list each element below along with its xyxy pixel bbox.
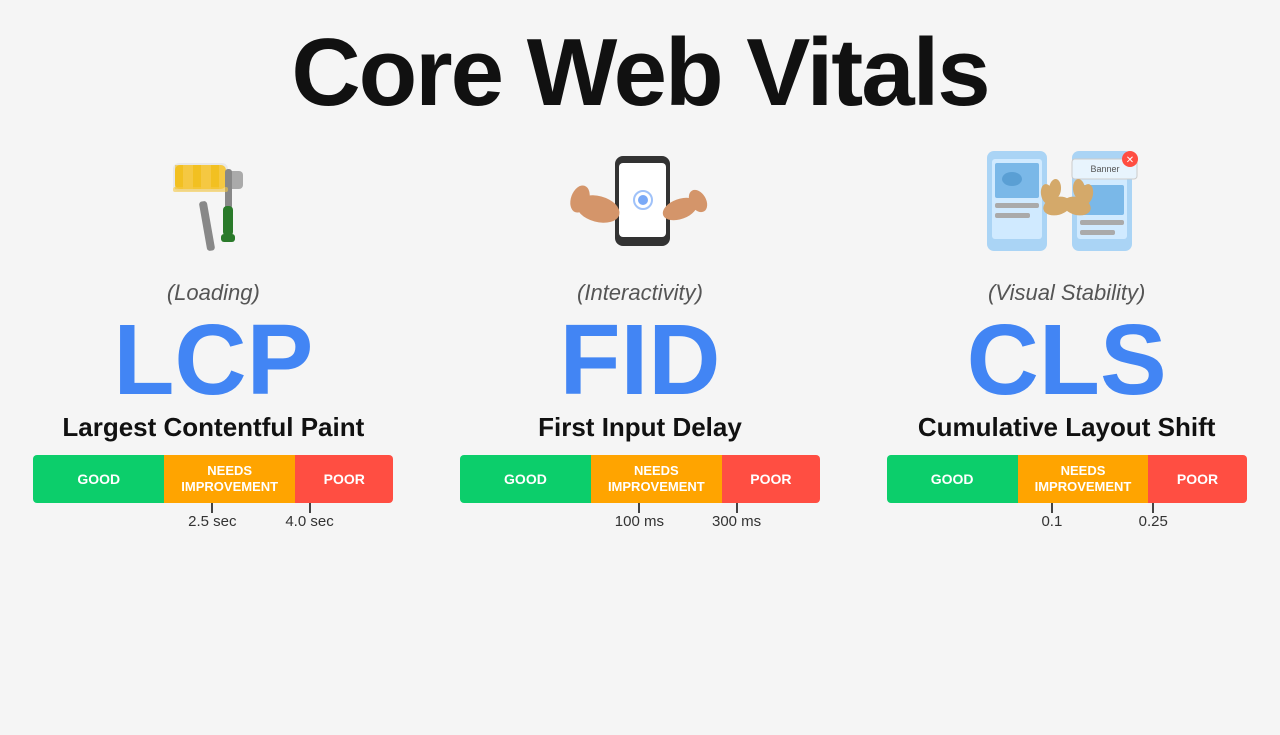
- lcp-bar: GOOD NEEDSIMPROVEMENT POOR: [33, 455, 393, 503]
- cls-name: Cumulative Layout Shift: [918, 412, 1216, 443]
- fid-caption: (Interactivity): [577, 280, 703, 306]
- metric-lcp: (Loading) LCP Largest Contentful Paint G…: [13, 136, 413, 735]
- fid-bar-good: GOOD: [460, 455, 591, 503]
- lcp-acronym: LCP: [113, 310, 313, 410]
- lcp-bar-section: GOOD NEEDSIMPROVEMENT POOR 2.5 sec 4.0 s…: [33, 455, 393, 538]
- fid-threshold2: 300 ms: [712, 513, 761, 530]
- cls-bar-needs: NEEDSIMPROVEMENT: [1018, 455, 1149, 503]
- lcp-bar-needs: NEEDSIMPROVEMENT: [164, 455, 295, 503]
- svg-text:Banner: Banner: [1090, 164, 1119, 174]
- cls-bar-section: GOOD NEEDSIMPROVEMENT POOR 0.1 0.25: [887, 455, 1247, 538]
- metric-cls: Banner ✕ (Visual Stability) CLS: [867, 136, 1267, 735]
- lcp-threshold2: 4.0 sec: [285, 513, 333, 530]
- fid-threshold1: 100 ms: [615, 513, 664, 530]
- lcp-threshold1: 2.5 sec: [188, 513, 236, 530]
- cls-bar-good: GOOD: [887, 455, 1018, 503]
- fid-name: First Input Delay: [538, 412, 742, 443]
- fid-bar-section: GOOD NEEDSIMPROVEMENT POOR 100 ms 300 ms: [460, 455, 820, 538]
- cls-bar-poor: POOR: [1148, 455, 1246, 503]
- lcp-name: Largest Contentful Paint: [62, 412, 364, 443]
- lcp-icon: [143, 136, 283, 276]
- lcp-caption: (Loading): [167, 280, 260, 306]
- lcp-bar-poor: POOR: [295, 455, 393, 503]
- cls-threshold1: 0.1: [1041, 513, 1062, 530]
- fid-bar-needs: NEEDSIMPROVEMENT: [591, 455, 722, 503]
- page-title: Core Web Vitals: [291, 20, 988, 126]
- cls-bar: GOOD NEEDSIMPROVEMENT POOR: [887, 455, 1247, 503]
- cls-threshold2: 0.25: [1139, 513, 1168, 530]
- cls-icon: Banner ✕: [977, 136, 1157, 276]
- fid-bar: GOOD NEEDSIMPROVEMENT POOR: [460, 455, 820, 503]
- svg-text:✕: ✕: [1125, 155, 1133, 166]
- cls-caption: (Visual Stability): [988, 280, 1145, 306]
- fid-acronym: FID: [559, 310, 720, 410]
- fid-icon: [560, 136, 720, 276]
- lcp-bar-good: GOOD: [33, 455, 164, 503]
- metric-fid: (Interactivity) FID First Input Delay GO…: [440, 136, 840, 735]
- cls-acronym: CLS: [967, 310, 1167, 410]
- fid-bar-poor: POOR: [722, 455, 820, 503]
- metrics-row: (Loading) LCP Largest Contentful Paint G…: [0, 136, 1280, 735]
